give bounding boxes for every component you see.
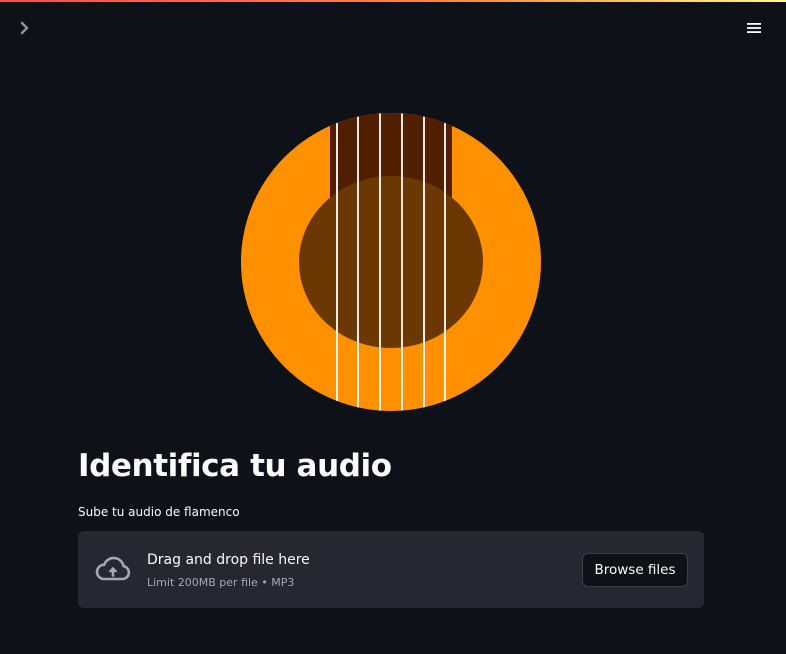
cloud-upload-icon — [95, 556, 131, 581]
browse-files-button[interactable]: Browse files — [582, 553, 688, 587]
guitar-soundhole-logo — [241, 113, 541, 411]
app-page: Identifica tu audio Sube tu audio de fla… — [0, 0, 786, 654]
page-title: Identifica tu audio — [78, 448, 392, 484]
header-decoration-bar — [0, 0, 786, 2]
file-dropzone[interactable]: Drag and drop file here Limit 200MB per … — [78, 531, 704, 608]
sidebar-toggle-button[interactable] — [14, 17, 36, 39]
hamburger-menu-icon — [747, 23, 761, 33]
dropzone-instructions: Drag and drop file here — [147, 552, 310, 568]
chevron-right-icon — [20, 21, 29, 35]
main-menu-button[interactable] — [743, 17, 765, 39]
dropzone-file-limit: Limit 200MB per file • MP3 — [147, 576, 295, 589]
file-uploader-label: Sube tu audio de flamenco — [78, 505, 240, 519]
